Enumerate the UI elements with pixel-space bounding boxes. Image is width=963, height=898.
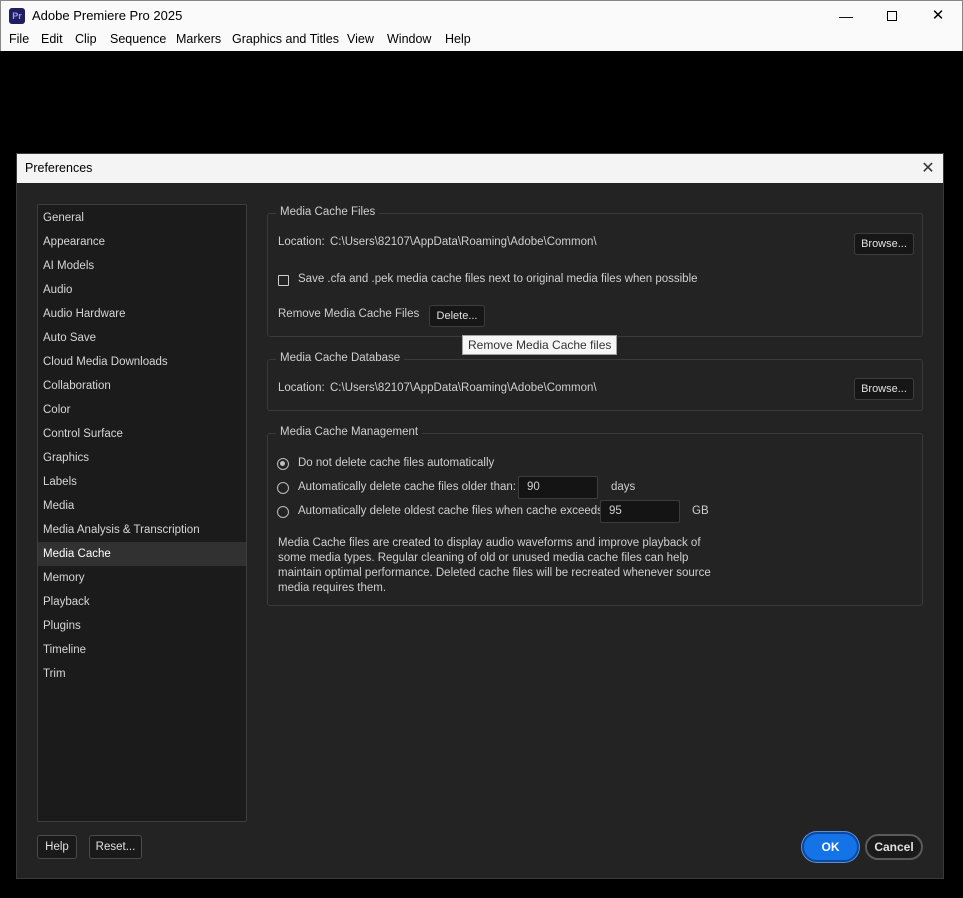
media-cache-files-group: Media Cache Files Location: C:\Users\821… (267, 206, 923, 337)
ok-button[interactable]: OK (802, 832, 859, 862)
media-cache-files-title: Media Cache Files (276, 206, 380, 218)
menu-view[interactable]: View (347, 32, 374, 46)
delete-cache-button[interactable]: Delete... (429, 305, 485, 327)
maximize-icon (887, 11, 897, 21)
cache-files-browse-button[interactable]: Browse... (854, 233, 914, 255)
gb-unit-label: GB (692, 505, 709, 517)
media-cache-management-group: Media Cache Management Do not delete cac… (267, 426, 923, 606)
premiere-logo-icon: Pr (9, 8, 25, 24)
help-button[interactable]: Help (37, 835, 77, 859)
sidebar-item-appearance[interactable]: Appearance (38, 230, 246, 254)
app-title: Adobe Premiere Pro 2025 (32, 8, 183, 23)
cache-db-location-path: C:\Users\82107\AppData\Roaming\Adobe\Com… (330, 382, 597, 394)
sidebar-item-media-analysis[interactable]: Media Analysis & Transcription (38, 518, 246, 542)
sidebar-item-plugins[interactable]: Plugins (38, 614, 246, 638)
exceeds-gb-input[interactable]: 95 (600, 500, 680, 523)
menu-edit[interactable]: Edit (41, 32, 63, 46)
menu-file[interactable]: File (9, 32, 29, 46)
menu-window[interactable]: Window (387, 32, 431, 46)
sidebar-item-graphics[interactable]: Graphics (38, 446, 246, 470)
sidebar-item-control-surface[interactable]: Control Surface (38, 422, 246, 446)
delete-tooltip: Remove Media Cache files (462, 335, 618, 355)
media-cache-management-title: Media Cache Management (276, 426, 423, 438)
sidebar-item-auto-save[interactable]: Auto Save (38, 326, 246, 350)
dialog-title: Preferences (25, 161, 93, 175)
sidebar-item-media-cache[interactable]: Media Cache (38, 542, 246, 566)
sidebar-item-ai-models[interactable]: AI Models (38, 254, 246, 278)
sidebar-item-audio-hardware[interactable]: Audio Hardware (38, 302, 246, 326)
sidebar-item-memory[interactable]: Memory (38, 566, 246, 590)
do-not-delete-label: Do not delete cache files automatically (298, 457, 495, 469)
menu-graphics-and-titles[interactable]: Graphics and Titles (232, 32, 339, 46)
radio-delete-older-than[interactable] (277, 482, 289, 494)
radio-do-not-delete[interactable] (277, 458, 289, 470)
media-cache-database-group: Media Cache Database Location: C:\Users\… (267, 352, 923, 411)
sidebar-item-general[interactable]: General (38, 206, 246, 230)
preferences-sidebar: General Appearance AI Models Audio Audio… (37, 204, 247, 822)
reset-button[interactable]: Reset... (89, 835, 142, 859)
minimize-button[interactable]: — (823, 1, 869, 31)
older-than-days-input[interactable]: 90 (518, 476, 598, 499)
menu-markers[interactable]: Markers (176, 32, 221, 46)
remove-cache-files-label: Remove Media Cache Files (278, 308, 420, 320)
cache-db-browse-button[interactable]: Browse... (854, 378, 914, 400)
close-window-button[interactable]: ✕ (915, 1, 961, 31)
dialog-titlebar: Preferences ✕ (17, 154, 943, 183)
radio-delete-when-exceeds[interactable] (277, 506, 289, 518)
delete-older-than-label: Automatically delete cache files older t… (298, 481, 516, 493)
dialog-close-button[interactable]: ✕ (917, 158, 939, 180)
preferences-dialog: Preferences ✕ General Appearance AI Mode… (16, 153, 944, 879)
sidebar-item-timeline[interactable]: Timeline (38, 638, 246, 662)
save-cfa-pek-checkbox[interactable] (278, 275, 289, 286)
sidebar-item-media[interactable]: Media (38, 494, 246, 518)
cache-files-location-label: Location: (278, 236, 325, 248)
sidebar-item-trim[interactable]: Trim (38, 662, 246, 686)
media-cache-database-title: Media Cache Database (276, 352, 405, 364)
maximize-button[interactable] (869, 1, 915, 31)
days-unit-label: days (611, 481, 636, 493)
menu-bar: File Edit Clip Sequence Markers Graphics… (0, 30, 963, 51)
delete-when-exceeds-label: Automatically delete oldest cache files … (298, 505, 607, 517)
menu-help[interactable]: Help (445, 32, 471, 46)
cache-db-location-label: Location: (278, 382, 325, 394)
save-cfa-pek-label: Save .cfa and .pek media cache files nex… (298, 273, 698, 285)
sidebar-item-labels[interactable]: Labels (38, 470, 246, 494)
cache-files-location-path: C:\Users\82107\AppData\Roaming\Adobe\Com… (330, 236, 597, 248)
management-description: Media Cache files are created to display… (278, 537, 711, 594)
sidebar-item-audio[interactable]: Audio (38, 278, 246, 302)
sidebar-item-color[interactable]: Color (38, 398, 246, 422)
menu-clip[interactable]: Clip (75, 32, 97, 46)
cancel-button[interactable]: Cancel (865, 834, 923, 860)
sidebar-item-collaboration[interactable]: Collaboration (38, 374, 246, 398)
sidebar-item-cloud-media-downloads[interactable]: Cloud Media Downloads (38, 350, 246, 374)
app-titlebar: Pr Adobe Premiere Pro 2025 — ✕ (0, 0, 963, 30)
menu-sequence[interactable]: Sequence (110, 32, 166, 46)
sidebar-item-playback[interactable]: Playback (38, 590, 246, 614)
